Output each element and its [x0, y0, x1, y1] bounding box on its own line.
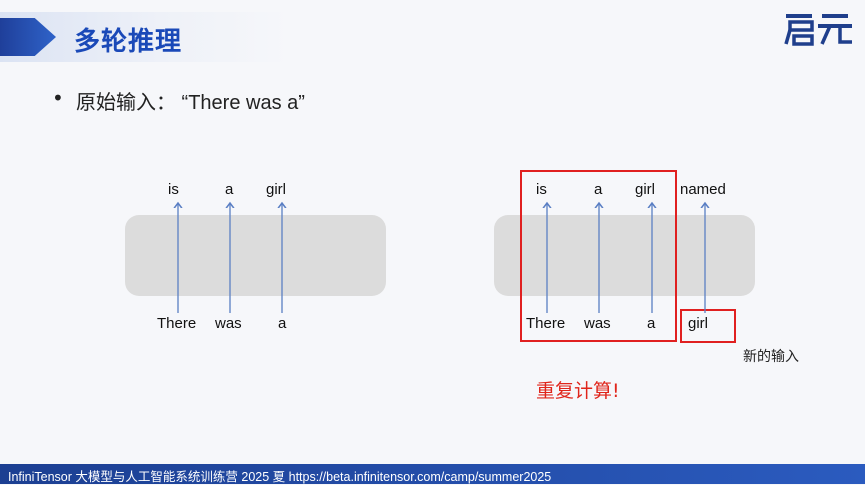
footer-text: InfiniTensor 大模型与人工智能系统训练营 2025 夏 https:… — [8, 470, 552, 484]
recompute-label: 重复计算! — [536, 380, 620, 402]
footer-bar: InfiniTensor 大模型与人工智能系统训练营 2025 夏 https:… — [0, 464, 865, 484]
arrow-layer — [0, 0, 865, 313]
new-input-label: 新的输入 — [743, 349, 799, 365]
